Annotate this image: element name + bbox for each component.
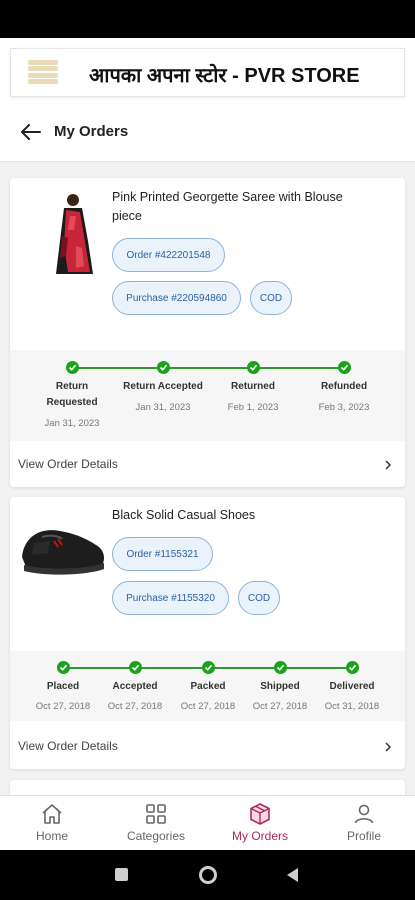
step-date: Feb 3, 2023 <box>318 402 370 413</box>
step-check-icon <box>157 361 170 374</box>
payment-badge: COD <box>250 281 292 315</box>
shoes-product-image <box>18 507 108 597</box>
system-navigation-bar <box>0 850 415 900</box>
order-status-timeline: Placed Accepted Packed Shipped Delivered… <box>10 651 405 721</box>
nav-home[interactable]: Home <box>0 796 104 851</box>
package-icon <box>250 803 270 825</box>
nav-label: Categories <box>126 829 186 843</box>
store-title: आपका अपना स्टोर - PVR STORE <box>89 65 360 87</box>
purchase-number-badge: Purchase #1155320 <box>112 581 229 615</box>
recents-button[interactable] <box>115 868 128 881</box>
status-bar <box>0 0 415 38</box>
store-header: आपका अपना स्टोर - PVR STORE <box>0 38 415 110</box>
view-order-details-link[interactable]: View Order Details <box>10 725 405 769</box>
step-check-icon <box>274 661 287 674</box>
product-name: Black Solid Casual Shoes <box>112 508 256 522</box>
nav-categories[interactable]: Categories <box>104 796 208 851</box>
step-date: Jan 31, 2023 <box>44 418 100 429</box>
payment-badge: COD <box>238 581 280 615</box>
chevron-right-icon <box>385 460 392 470</box>
page-header: My Orders <box>0 110 415 162</box>
order-card[interactable]: Black Solid Casual Shoes Order #1155321 … <box>10 497 405 769</box>
menu-icon[interactable] <box>28 57 58 87</box>
purchase-number-badge: Purchase #220594860 <box>112 281 241 315</box>
step-check-icon <box>66 361 79 374</box>
person-icon <box>354 804 374 824</box>
saree-product-image <box>18 186 108 276</box>
order-card[interactable]: Pink Printed Georgette Saree with Blouse… <box>10 178 405 487</box>
page-title: My Orders <box>54 123 129 140</box>
back-arrow-icon[interactable] <box>18 120 44 144</box>
step-check-icon <box>57 661 70 674</box>
nav-label: Profile <box>346 829 381 843</box>
order-status-timeline: Return Requested Return Accepted Returne… <box>10 350 405 441</box>
view-order-details-link[interactable]: View Order Details <box>10 443 405 487</box>
home-icon <box>42 804 62 824</box>
step-label: Returned <box>231 381 275 392</box>
chevron-right-icon <box>385 742 392 752</box>
nav-label: Home <box>35 829 68 843</box>
nav-my-orders[interactable]: My Orders <box>208 796 312 851</box>
back-triangle-icon[interactable] <box>285 867 299 883</box>
step-check-icon <box>202 661 215 674</box>
view-order-details-label: View Order Details <box>18 739 118 753</box>
step-date: Jan 31, 2023 <box>135 402 191 413</box>
store-title-bar: आपका अपना स्टोर - PVR STORE <box>10 48 405 97</box>
product-name: Pink Printed Georgette Saree with Blouse… <box>112 190 343 223</box>
step-label: Return Requested <box>46 381 98 408</box>
timeline-line <box>72 367 344 369</box>
step-check-icon <box>247 361 260 374</box>
step-date: Feb 1, 2023 <box>227 402 279 413</box>
step-check-icon <box>338 361 351 374</box>
step-check-icon <box>346 661 359 674</box>
nav-profile[interactable]: Profile <box>312 796 415 851</box>
order-number-badge: Order #1155321 <box>112 537 213 571</box>
step-label: Return Accepted <box>123 381 203 392</box>
step-label: Refunded <box>320 381 368 392</box>
view-order-details-label: View Order Details <box>18 457 118 471</box>
bottom-navigation: Home Categories My Orders Profile <box>0 795 415 850</box>
step-label: Delivered <box>329 681 375 692</box>
home-button[interactable] <box>199 866 217 884</box>
order-number-badge: Order #422201548 <box>112 238 225 272</box>
step-check-icon <box>129 661 142 674</box>
grid-icon <box>146 804 166 824</box>
step-date: Oct 31, 2018 <box>324 701 380 712</box>
nav-label: My Orders <box>231 829 288 843</box>
